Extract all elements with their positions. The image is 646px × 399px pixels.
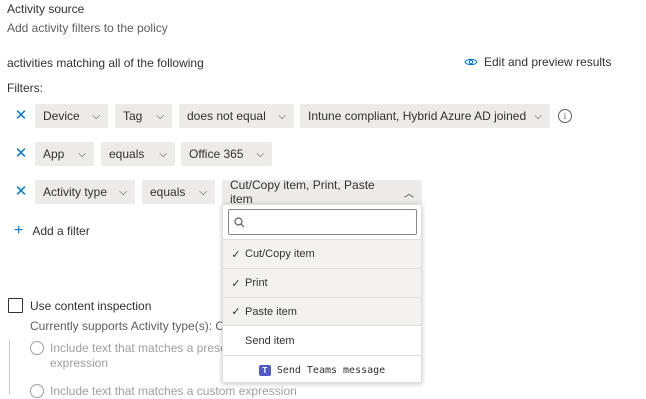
- filters-label: Filters:: [7, 81, 43, 95]
- filter-3-field-dropdown[interactable]: Activity type ⌵: [35, 180, 135, 204]
- option-label: Print: [245, 277, 268, 289]
- chevron-down-icon: ⌵: [534, 110, 542, 122]
- chevron-down-icon: ⌵: [256, 148, 264, 160]
- filter-1-property-value: Tag: [123, 109, 143, 123]
- edit-preview-label: Edit and preview results: [484, 55, 612, 69]
- filter-1-value-dropdown[interactable]: Intune compliant, Hybrid Azure AD joined…: [300, 104, 550, 128]
- dropdown-search-input[interactable]: [249, 215, 416, 229]
- chevron-down-icon: ⌵: [159, 148, 167, 160]
- filter-3-value: Cut/Copy item, Print, Paste item: [230, 178, 375, 206]
- chevron-up-icon: ︿: [404, 188, 414, 200]
- section-title: Activity source: [7, 2, 85, 16]
- info-icon[interactable]: i: [558, 109, 572, 123]
- option-send-teams-message[interactable]: T Send Teams message: [223, 355, 421, 384]
- add-filter-label: Add a filter: [32, 224, 90, 238]
- plus-icon: +: [14, 222, 24, 239]
- chevron-down-icon: ⌵: [92, 110, 100, 122]
- preset-expression-radio[interactable]: [30, 341, 44, 355]
- chevron-down-icon: ⌵: [278, 110, 286, 122]
- search-icon: [234, 216, 245, 227]
- filter-2-value: Office 365: [189, 147, 244, 161]
- filter-1-field-value: Device: [43, 109, 80, 123]
- option-cut-copy-item[interactable]: ✓ Cut/Copy item: [223, 239, 421, 268]
- preset-expression-line2: expression: [50, 356, 109, 370]
- filter-3-value-dropdown[interactable]: Cut/Copy item, Print, Paste item ︿: [222, 178, 422, 206]
- dropdown-search-box[interactable]: [228, 209, 417, 235]
- checkmark-icon: ✓: [231, 248, 241, 261]
- remove-filter-1-button[interactable]: ✕: [14, 108, 28, 123]
- add-filter-button[interactable]: + Add a filter: [14, 222, 90, 239]
- section-subtitle: Add activity filters to the policy: [7, 21, 168, 35]
- filter-1-operator-dropdown[interactable]: does not equal ⌵: [179, 104, 294, 128]
- filter-1-field-dropdown[interactable]: Device ⌵: [35, 104, 108, 128]
- filter-1-operator-value: does not equal: [187, 109, 266, 123]
- filter-3-field-value: Activity type: [43, 185, 108, 199]
- checkmark-icon: ✓: [231, 277, 241, 290]
- content-inspection-checkbox[interactable]: [8, 298, 23, 313]
- filter-2-operator-value: equals: [109, 147, 145, 161]
- eye-icon: [464, 58, 478, 66]
- match-condition-label: activities matching all of the following: [7, 56, 204, 70]
- filter-2-value-dropdown[interactable]: Office 365 ⌵: [181, 142, 272, 166]
- chevron-down-icon: ⌵: [119, 186, 127, 198]
- preset-expression-label: Include text that matches a preset expre…: [50, 341, 230, 371]
- custom-expression-label: Include text that matches a custom expre…: [50, 384, 297, 398]
- edit-preview-link[interactable]: Edit and preview results: [464, 55, 611, 69]
- filter-2-field-value: App: [43, 147, 65, 161]
- option-print[interactable]: ✓ Print: [223, 268, 421, 297]
- option-label: Cut/Copy item: [245, 248, 315, 260]
- remove-filter-2-button[interactable]: ✕: [14, 146, 28, 161]
- chevron-down-icon: ⌵: [199, 186, 207, 198]
- chevron-down-icon: ⌵: [78, 148, 86, 160]
- option-label: Send item: [245, 334, 295, 347]
- option-label: Paste item: [245, 305, 297, 318]
- checkmark-icon: ✓: [231, 306, 241, 318]
- remove-filter-3-button[interactable]: ✕: [14, 184, 28, 199]
- preset-expression-line1: Include text that matches a preset: [50, 341, 231, 355]
- filter-3-operator-dropdown[interactable]: equals ⌵: [142, 180, 215, 204]
- filter-3-operator-value: equals: [150, 185, 186, 199]
- option-label: Send Teams message: [276, 364, 386, 376]
- filter-1-value: Intune compliant, Hybrid Azure AD joined: [308, 109, 527, 123]
- teams-icon: T: [258, 364, 271, 376]
- chevron-down-icon: ⌵: [156, 110, 164, 122]
- option-send-item[interactable]: Send item: [223, 326, 421, 355]
- filter-1-property-dropdown[interactable]: Tag ⌵: [115, 104, 172, 128]
- filter-2-field-dropdown[interactable]: App ⌵: [35, 142, 94, 166]
- custom-expression-radio[interactable]: [30, 384, 44, 398]
- option-paste-item[interactable]: ✓ Paste item: [223, 297, 421, 326]
- activity-type-dropdown-menu: ✓ Cut/Copy item ✓ Print ✓ Paste item Sen…: [222, 204, 422, 383]
- divider: [9, 340, 10, 394]
- content-inspection-label: Use content inspection: [30, 299, 152, 313]
- filter-2-operator-dropdown[interactable]: equals ⌵: [101, 142, 175, 166]
- content-inspection-support-text: Currently supports Activity type(s): Cut…: [30, 319, 238, 333]
